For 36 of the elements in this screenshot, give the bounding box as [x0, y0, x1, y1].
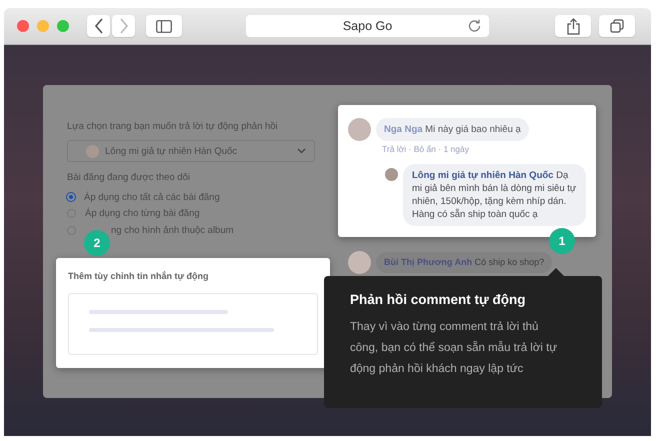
comment-actions[interactable]: Trả lời · Bỏ ẩn · 1 ngày — [382, 144, 529, 154]
step-badge: 1 — [549, 228, 575, 254]
step-badge: 2 — [84, 230, 110, 256]
zoom-window-button[interactable] — [57, 20, 69, 32]
radio-button[interactable] — [67, 193, 75, 202]
tabs-icon — [610, 19, 624, 33]
avatar — [348, 118, 371, 141]
reload-icon[interactable] — [468, 19, 481, 32]
share-button[interactable] — [555, 15, 591, 37]
reply-bubble: Lông mi giả tự nhiên Hàn Quốc Dạ mi giả bên mình bán là dòng mi siêu tự nhiên, 150k/hộp, tặng kèm nhíp dán. Hàng có sẵn ship toàn quốc ạ — [403, 164, 586, 226]
page-avatar — [86, 144, 99, 158]
section-label: Bài đăng đang được theo dõi — [67, 172, 191, 183]
close-window-button[interactable] — [17, 20, 29, 32]
chevron-right-icon — [118, 18, 128, 34]
field-label: Lựa chọn trang bạn muốn trả lời tự động phản hồi — [67, 121, 279, 132]
address-bar[interactable]: Sapo Go — [246, 15, 489, 37]
radio-label[interactable]: Áp dụng cho tất cả các bài đăng — [84, 192, 220, 203]
radio-label[interactable]: Áp dụng cho từng bài đăng — [85, 208, 200, 220]
page-dropdown[interactable]: Lông mi giả tự nhiên Hàn Quốc — [67, 140, 315, 162]
share-icon — [566, 18, 580, 34]
minimize-window-button[interactable] — [37, 20, 49, 32]
chevron-down-icon — [297, 148, 306, 154]
card-title: Thêm tùy chỉnh tin nhắn tự động — [68, 271, 210, 281]
avatar — [385, 168, 398, 181]
tooltip-title: Phản hồi comment tự động — [350, 292, 527, 307]
comment-bubble: Nga Nga Mi này giá bao nhiêu ạ — [376, 118, 529, 141]
sidebar-icon — [156, 20, 172, 32]
comment-bubble: Bùi Thị Phương Anh Có ship ko shop? — [376, 252, 552, 273]
tabs-button[interactable] — [599, 15, 635, 37]
radio-label[interactable]: ng cho hình ảnh thuộc album — [111, 224, 234, 236]
message-template-field[interactable] — [68, 293, 318, 355]
avatar — [348, 251, 371, 274]
tooltip-text: Thay vì vào từng comment trả lời thủ công, bạn có thể soạn sẵn mẫu trả lời tự động phản hồi khách ngay lập tức — [350, 320, 558, 377]
chevron-left-icon — [94, 18, 104, 34]
sidebar-button[interactable] — [146, 15, 182, 37]
back-button[interactable] — [87, 15, 110, 37]
